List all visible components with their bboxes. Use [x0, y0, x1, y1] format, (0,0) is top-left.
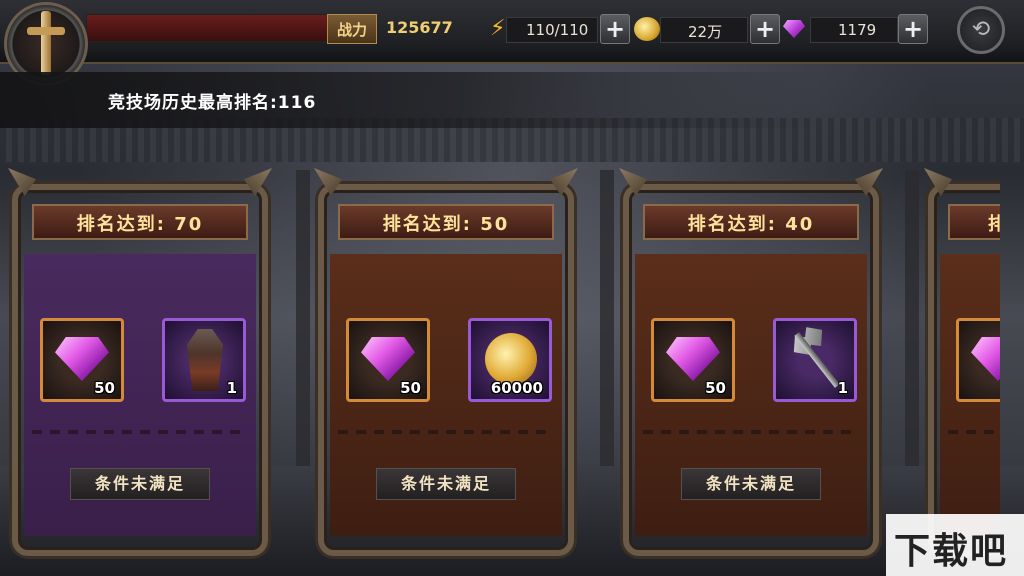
gold-value: 22万: [688, 23, 723, 41]
item-quantity: 50: [705, 379, 726, 397]
watermark-logo: 下载吧: [894, 531, 1009, 572]
reward-card-rank-50: 排名达到: 50 50 60000 条件未满足: [312, 166, 580, 566]
item-quantity: 1: [226, 379, 237, 397]
background-pillar: [296, 170, 310, 470]
reward-card-clip: 排: [922, 166, 1000, 566]
gem-icon: [971, 337, 1000, 381]
add-gems-button[interactable]: +: [898, 14, 928, 44]
reward-item-slot[interactable]: 50: [40, 318, 124, 402]
card-title: 排名达到: 70: [76, 214, 204, 235]
stamina-value: 110/110: [526, 21, 589, 39]
reward-card-rank-40: 排名达到: 40 50 1 条件未满足: [617, 166, 885, 566]
add-gold-button[interactable]: +: [750, 14, 780, 44]
reward-item-slot[interactable]: 1: [162, 318, 246, 402]
reward-item-slot[interactable]: [956, 318, 1000, 402]
arena-best-rank-text: 竞技场历史最高排名:116: [108, 93, 317, 113]
combat-power-value: 125677: [386, 18, 453, 37]
item-quantity: 50: [400, 379, 421, 397]
reward-item-slot[interactable]: 50: [346, 318, 430, 402]
reward-item-slot[interactable]: 50: [651, 318, 735, 402]
gem-value: 1179: [838, 21, 877, 39]
gold-coin-icon: [634, 17, 660, 41]
combat-power-label: 战力: [327, 14, 377, 44]
claim-status-button[interactable]: 条件未满足: [376, 468, 516, 500]
add-stamina-button[interactable]: +: [600, 14, 630, 44]
reward-card-rank-70: 排名达到: 70 50 1 条件未满足: [6, 166, 274, 566]
back-icon[interactable]: ⟲: [957, 6, 1005, 54]
item-quantity: 50: [94, 379, 115, 397]
reward-item-slot[interactable]: 1: [773, 318, 857, 402]
card-title: 排名达到: 40: [687, 214, 815, 235]
gem-icon: [361, 337, 415, 381]
armor-icon: [187, 329, 223, 391]
reward-card-next: 排: [922, 166, 1000, 566]
card-title: 排: [988, 214, 1000, 235]
item-quantity: 60000: [490, 379, 543, 397]
gold-coin-icon: [485, 333, 537, 385]
item-quantity: 1: [837, 379, 848, 397]
gem-icon: [666, 337, 720, 381]
gem-icon: [55, 337, 109, 381]
claim-status-button[interactable]: 条件未满足: [70, 468, 210, 500]
background-pillar: [905, 170, 919, 470]
card-title: 排名达到: 50: [382, 214, 510, 235]
reward-item-slot[interactable]: 60000: [468, 318, 552, 402]
sword-guard-icon: [27, 27, 65, 35]
card-divider: [32, 430, 248, 434]
stamina-bolt-icon: ⚡: [490, 16, 506, 41]
card-divider: [643, 430, 859, 434]
card-divider: [948, 430, 1000, 434]
claim-status-button[interactable]: 条件未满足: [681, 468, 821, 500]
axe-icon: [786, 320, 829, 361]
sword-icon: [41, 11, 51, 75]
card-divider: [338, 430, 554, 434]
player-exp-bar: [86, 14, 333, 42]
background-pillar: [600, 170, 614, 470]
